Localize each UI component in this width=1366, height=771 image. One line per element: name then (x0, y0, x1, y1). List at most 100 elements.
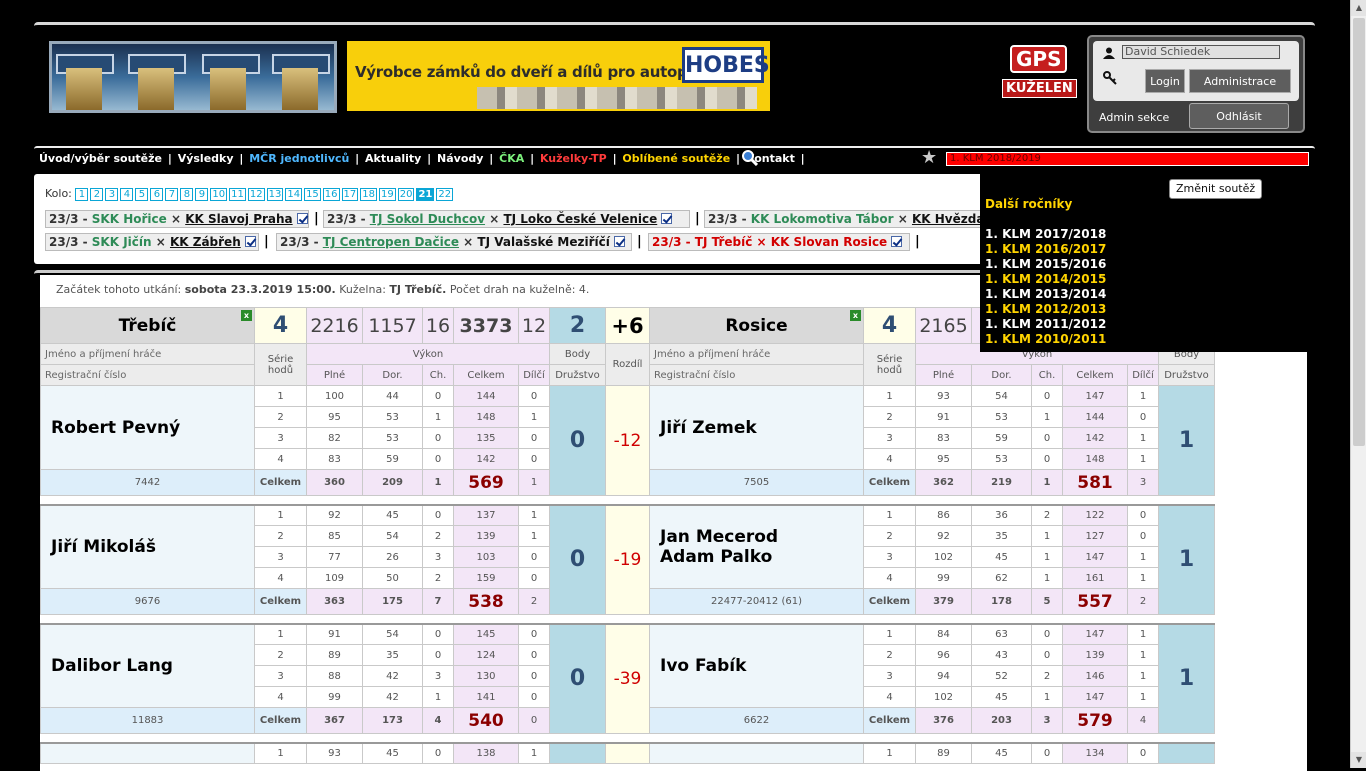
home-player-name[interactable]: Dalibor Lang (51, 656, 173, 676)
scroll-up-icon[interactable]: ▲ (1351, 0, 1366, 16)
match-away: TJ Loko České Velenice (503, 212, 658, 226)
competition-select[interactable]: 1. KLM 2018/2019 (946, 152, 1309, 166)
export-icon[interactable]: x (850, 310, 861, 321)
round-link[interactable]: 5 (135, 188, 149, 201)
round-link[interactable]: 10 (210, 188, 228, 201)
dilci: 1 (1127, 567, 1159, 589)
season-link[interactable]: 1. KLM 2016/2017 (985, 242, 1106, 256)
home-player-name[interactable]: Jiří Mikoláš (51, 537, 156, 557)
dor: 59 (362, 448, 423, 470)
plne: 100 (306, 385, 363, 407)
change-competition-button[interactable]: Změnit soutěž (1169, 179, 1263, 199)
plne: 99 (915, 567, 972, 589)
away-player-name[interactable]: Ivo Fabík (660, 656, 746, 676)
round-link[interactable]: 19 (379, 188, 396, 201)
round-link[interactable]: 3 (105, 188, 119, 201)
nav-link-0[interactable]: Úvod/výběr soutěže (39, 152, 162, 165)
season-link[interactable]: 1. KLM 2017/2018 (985, 227, 1106, 241)
nav-link-7[interactable]: Oblíbené soutěže (622, 152, 730, 165)
match-link[interactable]: 23/3 - TJ Třebíč × KK Slovan Rosice (648, 233, 910, 251)
gps-kuzelen-logo[interactable]: GPS KUŽELEN (1002, 45, 1077, 103)
season-link[interactable]: 1. KLM 2014/2015 (985, 272, 1106, 286)
round-link[interactable]: 9 (195, 188, 209, 201)
administrace-button[interactable]: Administrace (1189, 69, 1291, 93)
match-home: TJ Třebíč (694, 235, 753, 249)
home-player-name[interactable]: Robert Pevný (51, 418, 180, 438)
round-link[interactable]: 22 (436, 188, 454, 201)
round-link[interactable]: 18 (360, 188, 377, 201)
login-button[interactable]: Login (1145, 69, 1185, 93)
export-icon[interactable]: x (241, 310, 252, 321)
round-link[interactable]: 8 (180, 188, 194, 201)
page-scrollbar[interactable]: ▲ ▼ (1350, 0, 1366, 768)
celkem: 127 (1062, 525, 1128, 547)
match-checkbox[interactable] (661, 213, 673, 224)
bowling-lanes-banner[interactable] (49, 41, 337, 113)
celkem: 147 (1062, 546, 1128, 568)
match-checkbox[interactable] (244, 236, 256, 247)
round-selector: Kolo: 1 2 3 4 5 6 7 8 9 10 11 12 13 14 15 16 17 18 19 20 21 2… (45, 187, 455, 201)
scroll-down-icon[interactable]: ▼ (1351, 752, 1366, 768)
favorite-star-icon[interactable]: ★ (921, 149, 937, 167)
dor: 44 (362, 385, 423, 407)
home-player-body: 0 (549, 623, 606, 734)
season-link[interactable]: 1. KLM 2012/2013 (985, 302, 1106, 316)
match-checkbox[interactable] (891, 236, 903, 247)
away-player-name[interactable]: Jiří Zemek (660, 418, 757, 438)
nav-link-6[interactable]: Kuželky-TP (540, 152, 607, 165)
search-icon[interactable] (741, 149, 758, 166)
nav-link-5[interactable]: ČKA (499, 152, 524, 165)
match-link[interactable]: 23/3 - TJ Sokol Duchcov × TJ Loko České … (323, 210, 690, 228)
serie-num: 1 (863, 504, 916, 526)
match-checkbox[interactable] (296, 213, 308, 224)
round-link[interactable]: 4 (120, 188, 134, 201)
logout-button[interactable]: Odhlásit (1189, 103, 1289, 129)
round-link[interactable]: 6 (150, 188, 164, 201)
away-player-name[interactable]: Jan Mecerod (660, 527, 778, 547)
col-head: Dílčí (518, 364, 550, 386)
round-link[interactable]: 17 (341, 188, 359, 201)
round-link[interactable]: 15 (304, 188, 321, 201)
away-substitute-name[interactable]: Adam Palko (660, 547, 772, 567)
nav-link-4[interactable]: Návody (437, 152, 483, 165)
season-link[interactable]: 1. KLM 2013/2014 (985, 287, 1106, 301)
dor: 53 (362, 406, 423, 428)
round-link[interactable]: 16 (322, 188, 340, 201)
season-link[interactable]: 1. KLM 2015/2016 (985, 257, 1106, 271)
username-field[interactable]: David Schiedek (1122, 45, 1280, 59)
season-link[interactable]: 1. KLM 2010/2011 (985, 332, 1106, 346)
round-link[interactable]: 2 (90, 188, 104, 201)
scroll-thumb[interactable] (1353, 18, 1365, 446)
dor: 45 (971, 686, 1032, 708)
hobes-ad-banner[interactable]: Výrobce zámků do dveří a dílů pro autopr… (347, 41, 770, 111)
ch: 1 (1031, 686, 1063, 708)
match-link[interactable]: 23/3 - SKK Jičín × KK Zábřeh (45, 233, 259, 251)
round-link[interactable]: 7 (165, 188, 179, 201)
round-link[interactable]: 20 (397, 188, 415, 201)
round-link[interactable]: 13 (266, 188, 284, 201)
home-points: 4 (254, 307, 307, 344)
round-link[interactable]: 21 (416, 188, 435, 201)
celkem: 130 (453, 665, 519, 687)
match-date: 23/3 - (652, 235, 695, 249)
away-player-body (1158, 742, 1215, 764)
ch: 1 (1031, 525, 1063, 547)
col-serie: Série hodů (863, 343, 916, 386)
round-link[interactable]: 1 (75, 188, 89, 201)
dor: 45 (362, 742, 423, 764)
nav-link-3[interactable]: Aktuality (365, 152, 421, 165)
match-link[interactable]: 23/3 - KK Lokomotiva Tábor × KK Hvězda (704, 210, 1004, 228)
match-link[interactable]: 23/3 - TJ Centropen Dačice × TJ Valašské… (276, 233, 632, 251)
plne: 95 (915, 448, 972, 470)
round-link[interactable]: 14 (285, 188, 303, 201)
match-link[interactable]: 23/3 - SKK Hořice × KK Slavoj Praha (45, 210, 309, 228)
season-link[interactable]: 1. KLM 2011/2012 (985, 317, 1106, 331)
nav-link-2[interactable]: MČR jednotlivců (249, 152, 349, 165)
col-druzstvo: Družstvo (549, 364, 606, 386)
dor: 45 (971, 742, 1032, 764)
total-dor: 178 (971, 588, 1032, 615)
nav-link-1[interactable]: Výsledky (178, 152, 234, 165)
round-link[interactable]: 11 (229, 188, 246, 201)
round-link[interactable]: 12 (247, 188, 265, 201)
match-checkbox[interactable] (613, 236, 625, 247)
